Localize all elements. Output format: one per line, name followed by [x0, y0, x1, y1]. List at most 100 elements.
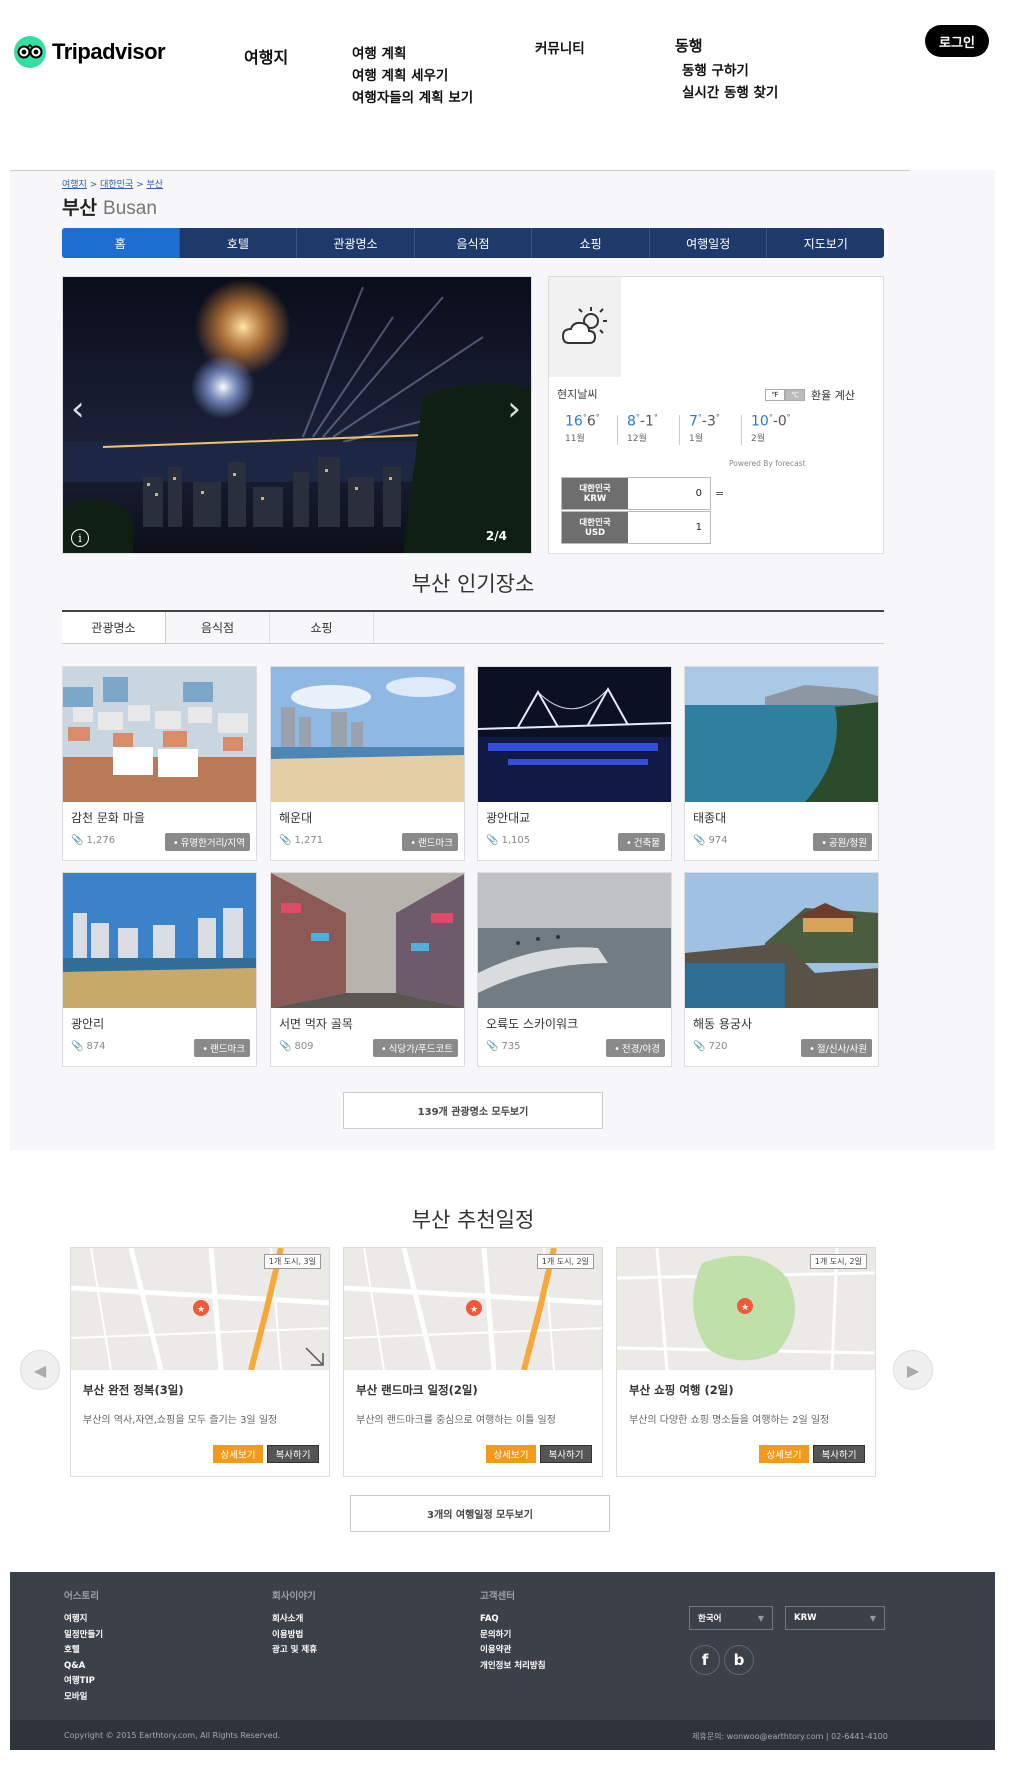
view-all-attractions-button[interactable]: 139개 관광명소 모두보기: [343, 1092, 603, 1129]
place-name[interactable]: 광안대교: [486, 809, 530, 826]
footer-link[interactable]: 회사소개: [272, 1612, 317, 1628]
unit-fahrenheit[interactable]: ℉: [765, 389, 785, 401]
place-card[interactable]: 광안대교 📎1,105 건축물: [477, 666, 672, 861]
breadcrumb-item[interactable]: 대한민국: [100, 180, 133, 190]
unit-celsius[interactable]: ℃: [785, 389, 805, 401]
facebook-icon[interactable]: f: [690, 1645, 720, 1675]
footer-link[interactable]: 모바일: [64, 1690, 103, 1706]
popular-title: 부산 인기장소: [411, 572, 535, 596]
svg-text:★: ★: [197, 1305, 205, 1315]
footer-link[interactable]: 개인정보 처리방침: [480, 1659, 546, 1675]
tab-hotels[interactable]: 호텔: [180, 228, 298, 258]
nav-destinations[interactable]: 여행지: [244, 44, 288, 68]
copy-button[interactable]: 복사하기: [267, 1445, 319, 1463]
place-name[interactable]: 오륙도 스카이워크: [486, 1015, 578, 1032]
place-name[interactable]: 해동 용궁사: [693, 1015, 752, 1032]
carousel-prev-icon[interactable]: ◀: [20, 1350, 60, 1390]
nav-companion-live[interactable]: 실시간 동행 찾기: [682, 81, 778, 101]
slide-next-icon[interactable]: ›: [507, 389, 521, 429]
tab-map[interactable]: 지도보기: [767, 228, 884, 258]
itinerary-card[interactable]: ★ 1개 도시, 2일 부산 랜드마크 일정(2일) 부산의 랜드마크를 중심으…: [343, 1247, 603, 1477]
blog-icon[interactable]: b: [724, 1645, 754, 1675]
tab-restaurants[interactable]: 음식점: [415, 228, 533, 258]
nav-companion[interactable]: 동행: [675, 35, 703, 56]
footer-heading: 회사이야기: [272, 1591, 316, 1602]
currency-select[interactable]: KRW ▼: [785, 1606, 885, 1630]
login-button[interactable]: 로그인: [925, 25, 989, 57]
tab-home[interactable]: 홈: [62, 228, 180, 258]
place-name[interactable]: 해운대: [279, 809, 312, 826]
itinerary-card[interactable]: ★ 1개 도시, 2일 부산 쇼핑 여행 (2일) 부산의 다양한 쇼핑 명소들…: [616, 1247, 876, 1477]
breadcrumb-item[interactable]: 여행지: [62, 180, 87, 190]
itinerary-name[interactable]: 부산 쇼핑 여행 (2일): [629, 1382, 734, 1398]
tab-itineraries[interactable]: 여행일정: [650, 228, 768, 258]
brand-name: Tripadvisor: [52, 39, 166, 64]
footer-link[interactable]: 이용방법: [272, 1628, 317, 1644]
footer-link[interactable]: 이용약관: [480, 1643, 546, 1659]
copy-button[interactable]: 복사하기: [813, 1445, 865, 1463]
footer-link[interactable]: 일정만들기: [64, 1628, 103, 1644]
local-weather-label: 현지날씨: [557, 388, 598, 401]
detail-button[interactable]: 상세보기: [486, 1445, 536, 1463]
nav-companion-find[interactable]: 동행 구하기: [682, 59, 749, 79]
tab-attractions[interactable]: 관광명소: [297, 228, 415, 258]
footer-link[interactable]: Q&A: [64, 1659, 103, 1675]
view-all-itineraries-button[interactable]: 3개의 여행일정 모두보기: [350, 1495, 610, 1532]
owl-logo-icon: [14, 36, 46, 68]
detail-button[interactable]: 상세보기: [759, 1445, 809, 1463]
slide-prev-icon[interactable]: ‹: [71, 389, 85, 429]
review-count: 📎 735: [486, 1041, 521, 1052]
slide-image: [63, 277, 531, 553]
fx-usd-input[interactable]: 1: [628, 512, 710, 543]
itinerary-name[interactable]: 부산 완전 정복(3일): [83, 1382, 184, 1398]
footer-link[interactable]: 여행지: [64, 1612, 103, 1628]
temperature-unit-toggle[interactable]: ℉ ℃: [765, 389, 805, 401]
place-card[interactable]: 태종대 📎974 공원/정원: [684, 666, 879, 861]
paperclip-icon: 📎: [279, 1041, 292, 1052]
nav-community[interactable]: 커뮤니티: [535, 37, 585, 57]
place-card[interactable]: 해동 용궁사 📎720 절/신사/사원: [684, 872, 879, 1067]
footer-link[interactable]: 문의하기: [480, 1628, 546, 1644]
fx-krw-input[interactable]: 0: [628, 478, 710, 509]
forecast-month: 7°-3° 1월: [689, 413, 745, 444]
nav-plan[interactable]: 여행 계획: [352, 42, 406, 62]
paperclip-icon: 📎: [486, 1041, 499, 1052]
place-card[interactable]: 광안리 📎874 랜드마크: [62, 872, 257, 1067]
footer-link[interactable]: 광고 및 제휴: [272, 1643, 317, 1659]
copy-button[interactable]: 복사하기: [540, 1445, 592, 1463]
review-count: 📎 874: [71, 1041, 106, 1052]
place-card[interactable]: 감천 문화 마을 📎1,276 유명한거리/지역: [62, 666, 257, 861]
breadcrumb-item[interactable]: 부산: [147, 180, 164, 190]
nav-plan-create[interactable]: 여행 계획 세우기: [352, 64, 448, 84]
category-badge: 랜드마크: [402, 833, 458, 851]
place-photo: [271, 667, 464, 802]
carousel-next-icon[interactable]: ▶: [893, 1350, 933, 1390]
place-card[interactable]: 해운대 📎1,271 랜드마크: [270, 666, 465, 861]
chevron-down-icon: ▼: [869, 1613, 876, 1623]
paperclip-icon: 📎: [693, 835, 706, 846]
footer-link[interactable]: 호텔: [64, 1643, 103, 1659]
nav-plan-browse[interactable]: 여행자들의 계획 보기: [352, 86, 473, 106]
language-select[interactable]: 한국어 ▼: [689, 1606, 773, 1630]
footer-link[interactable]: 여행TIP: [64, 1674, 103, 1690]
review-count: 📎 974: [693, 835, 728, 846]
place-name[interactable]: 감천 문화 마을: [71, 809, 145, 826]
place-card[interactable]: 오륙도 스카이워크 📎735 전경/야경: [477, 872, 672, 1067]
place-name[interactable]: 서면 먹자 골목: [279, 1015, 353, 1032]
tab-popular-restaurants[interactable]: 음식점: [166, 612, 270, 643]
detail-button[interactable]: 상세보기: [213, 1445, 263, 1463]
category-badge: 유명한거리/지역: [165, 833, 250, 851]
tab-popular-attractions[interactable]: 관광명소: [62, 612, 166, 643]
tab-shopping[interactable]: 쇼핑: [532, 228, 650, 258]
place-name[interactable]: 태종대: [693, 809, 726, 826]
tab-popular-shopping[interactable]: 쇼핑: [270, 612, 374, 643]
brand-logo[interactable]: Tripadvisor: [14, 36, 174, 68]
chevron-down-icon: ▼: [757, 1613, 764, 1623]
place-name[interactable]: 광안리: [71, 1015, 104, 1032]
info-icon[interactable]: i: [71, 529, 89, 547]
itinerary-name[interactable]: 부산 랜드마크 일정(2일): [356, 1382, 478, 1398]
partly-cloudy-icon: [549, 277, 621, 377]
itinerary-card[interactable]: ★ 1개 도시, 3일 부산 완전 정복(3일) 부산의 역사,자연,쇼핑을 모…: [70, 1247, 330, 1477]
footer-link[interactable]: FAQ: [480, 1612, 546, 1628]
place-card[interactable]: 서면 먹자 골목 📎809 식당가/푸드코트: [270, 872, 465, 1067]
